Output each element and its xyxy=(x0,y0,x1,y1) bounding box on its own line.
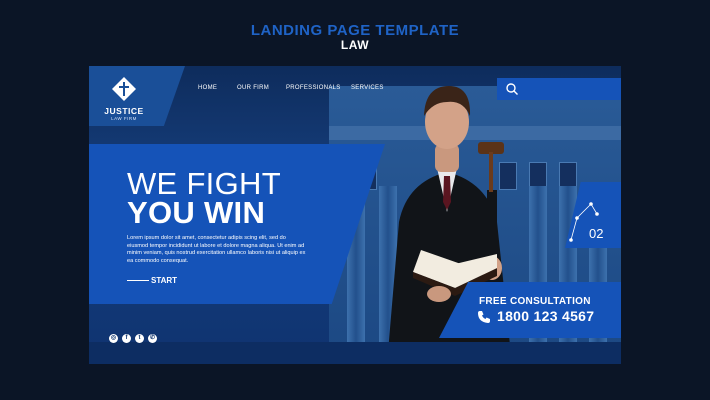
slide-number: 02 xyxy=(589,226,604,241)
nav-our-firm[interactable]: OUR FIRM xyxy=(237,85,269,91)
whatsapp-icon[interactable]: ✆ xyxy=(148,334,157,343)
twitter-icon[interactable]: t xyxy=(135,334,144,343)
phone-number-link[interactable]: 1800 123 4567 xyxy=(497,308,594,324)
start-button[interactable]: START xyxy=(151,276,177,285)
instagram-icon[interactable]: ◎ xyxy=(109,334,118,343)
hero-body-text: Lorem ipsum dolor sit amet, consectetur … xyxy=(127,235,306,264)
logo-name: JUSTICE xyxy=(104,106,144,116)
scales-logo-icon xyxy=(112,77,136,101)
nav-home[interactable]: HOME xyxy=(198,85,217,91)
page-heading: LANDING PAGE TEMPLATE xyxy=(250,22,460,39)
page-subheading: LAW xyxy=(340,38,370,52)
start-line-decoration xyxy=(127,280,149,281)
bottom-strip xyxy=(89,342,621,364)
hero-heading-line2: YOU WIN xyxy=(127,195,266,230)
consultation-title: FREE CONSULTATION xyxy=(479,296,591,307)
search-icon[interactable] xyxy=(505,82,519,96)
phone-icon xyxy=(478,311,490,323)
landing-page-mockup: JUSTICE LAW FIRM HOME OUR FIRM PROFESSIO… xyxy=(89,66,621,364)
search-bar[interactable] xyxy=(497,78,621,100)
nav-professionals[interactable]: PROFESSIONALS xyxy=(286,85,341,91)
logo-tagline: LAW FIRM xyxy=(111,116,137,121)
facebook-icon[interactable]: f xyxy=(122,334,131,343)
nav-services[interactable]: SERVICES xyxy=(351,85,384,91)
